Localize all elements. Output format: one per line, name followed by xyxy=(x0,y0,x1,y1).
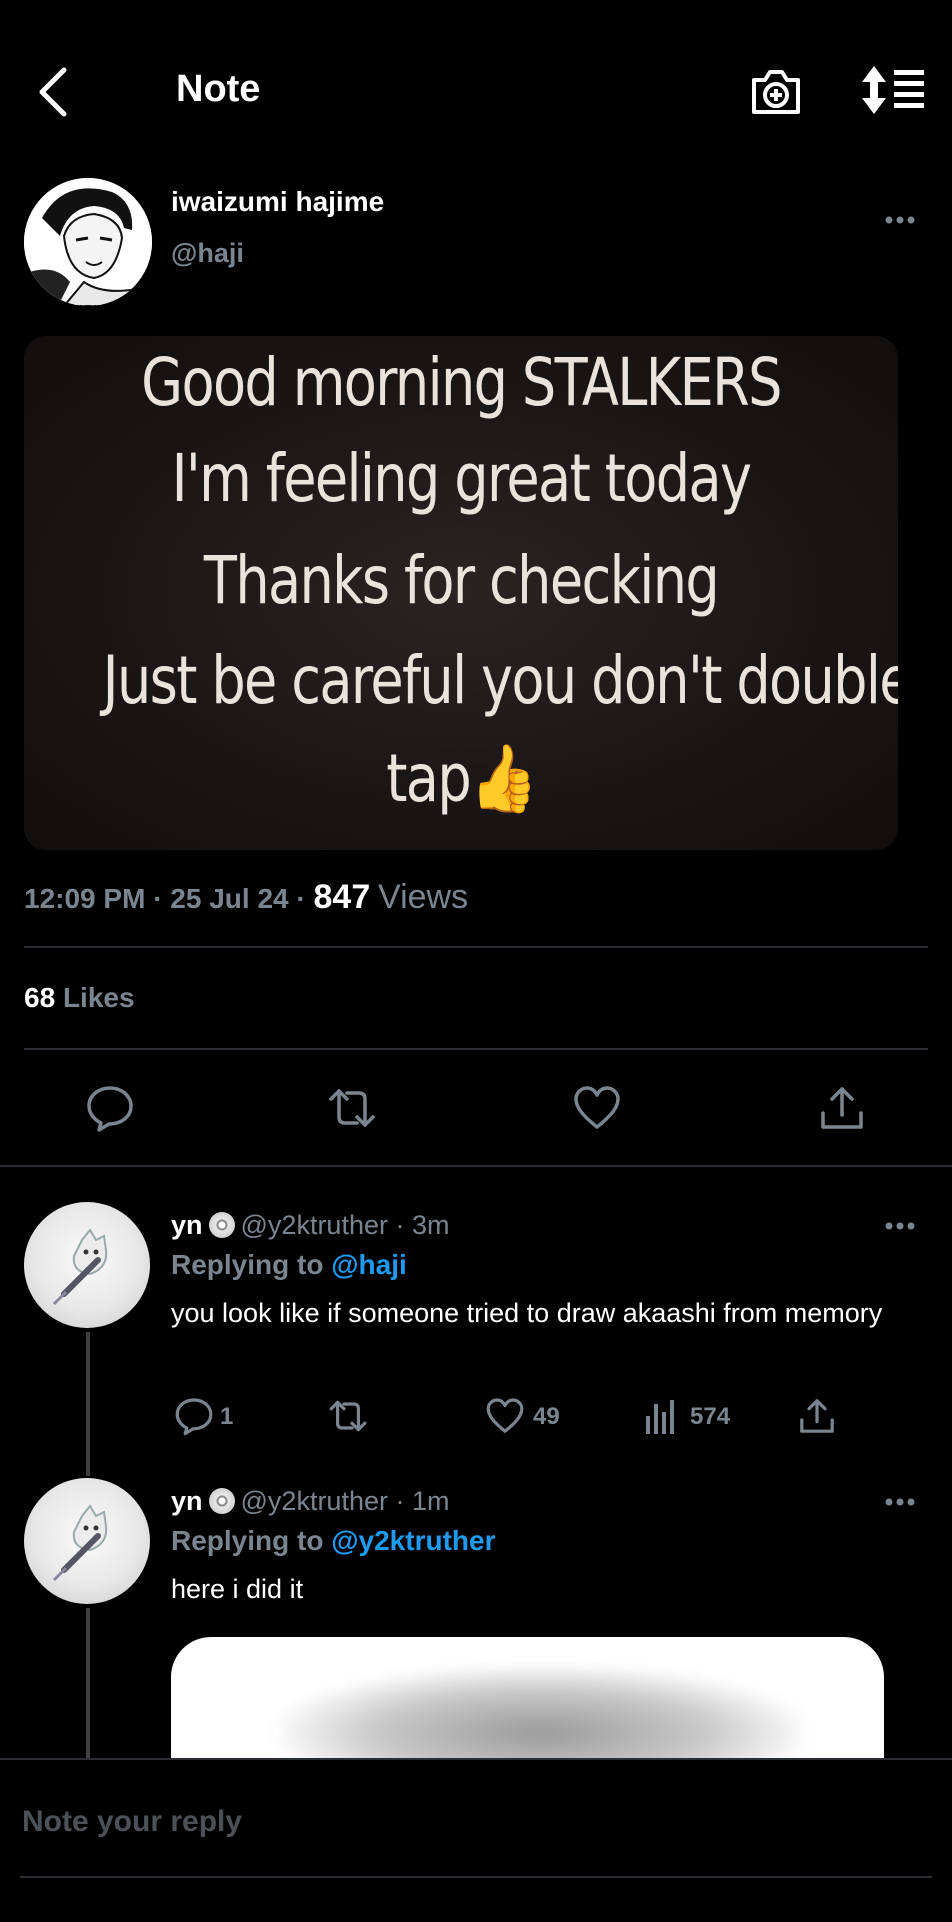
reply-time: 1m xyxy=(411,1486,450,1516)
views-label: Views xyxy=(378,878,469,916)
camera-plus-icon[interactable] xyxy=(748,66,804,118)
reply-input[interactable] xyxy=(20,1796,924,1848)
author-handle[interactable]: @haji xyxy=(171,238,244,269)
post-image[interactable]: Good morning STALKERS I'm feeling great … xyxy=(24,336,898,850)
author-name[interactable]: iwaizumi hajime xyxy=(171,186,384,218)
reply-composer xyxy=(0,1758,952,1922)
retweet-icon[interactable] xyxy=(327,1396,369,1436)
sort-list-icon[interactable] xyxy=(860,64,926,116)
heart-icon[interactable] xyxy=(572,1083,622,1133)
image-text-line: Good morning STALKERS xyxy=(141,344,782,421)
page-title: Note xyxy=(176,68,261,110)
heart-icon[interactable] xyxy=(485,1396,525,1436)
thread-line xyxy=(86,1608,90,1758)
more-options-icon[interactable] xyxy=(884,1216,916,1236)
likes-label: Likes xyxy=(62,982,135,1013)
replying-to: Replying to @y2ktruther xyxy=(171,1525,495,1557)
reply-author-handle[interactable]: @y2ktruther xyxy=(241,1210,388,1240)
reply-icon[interactable] xyxy=(85,1083,135,1133)
like-count: 49 xyxy=(533,1403,560,1430)
image-text-line: Thanks for checking xyxy=(203,542,720,619)
replying-label: Replying to xyxy=(171,1525,324,1556)
cd-disc-icon xyxy=(208,1212,235,1238)
post-date: 25 Jul 24 xyxy=(170,883,289,914)
divider xyxy=(0,1165,952,1167)
reply-author-name[interactable]: yn xyxy=(171,1486,203,1516)
reply-count: 1 xyxy=(220,1403,234,1430)
retweet-icon[interactable] xyxy=(327,1083,377,1133)
blurred-drawing xyxy=(281,1667,801,1759)
divider xyxy=(24,1048,928,1050)
image-text-line: tap👍 xyxy=(386,740,537,817)
reply-time: 3m xyxy=(411,1210,450,1240)
post-time: 12:09 PM xyxy=(24,883,146,914)
likes-count: 68 xyxy=(24,982,56,1013)
view-count: 574 xyxy=(690,1403,731,1430)
cd-disc-icon xyxy=(208,1488,235,1514)
more-options-icon[interactable] xyxy=(884,210,916,230)
more-options-icon[interactable] xyxy=(884,1492,916,1512)
composer-underline xyxy=(20,1876,932,1878)
reply-avatar[interactable] xyxy=(24,1202,150,1328)
reply-text: here i did it xyxy=(171,1574,304,1604)
reply-author-handle[interactable]: @y2ktruther xyxy=(241,1486,388,1516)
back-chevron-icon[interactable] xyxy=(34,64,74,120)
image-text-line: I'm feeling great today xyxy=(171,440,752,517)
image-text-line: Just be careful you don't double xyxy=(102,642,898,719)
post-meta: 12:09 PM · 25 Jul 24 · 847 Views xyxy=(24,878,469,916)
replying-label: Replying to xyxy=(171,1249,324,1280)
views-chart-icon[interactable] xyxy=(644,1398,678,1434)
share-icon[interactable] xyxy=(797,1396,837,1436)
reply-author-name[interactable]: yn xyxy=(171,1210,203,1240)
reply-text: you look like if someone tried to draw a… xyxy=(171,1298,883,1328)
replying-to-link[interactable]: @y2ktruther xyxy=(331,1525,495,1556)
replying-to: Replying to @haji xyxy=(171,1249,407,1281)
views-count: 847 xyxy=(313,878,371,916)
reply-icon[interactable] xyxy=(174,1396,214,1436)
author-avatar[interactable] xyxy=(24,178,152,306)
reply-avatar[interactable] xyxy=(24,1478,150,1604)
thread-line xyxy=(86,1332,90,1476)
likes-summary[interactable]: 68 Likes xyxy=(24,982,135,1014)
share-icon[interactable] xyxy=(817,1083,867,1133)
replying-to-link[interactable]: @haji xyxy=(331,1249,407,1280)
reply-header: yn @y2ktruther · 1m xyxy=(171,1486,450,1516)
divider xyxy=(24,946,928,948)
reply-image[interactable] xyxy=(171,1637,884,1759)
reply-header: yn @y2ktruther · 3m xyxy=(171,1210,450,1240)
